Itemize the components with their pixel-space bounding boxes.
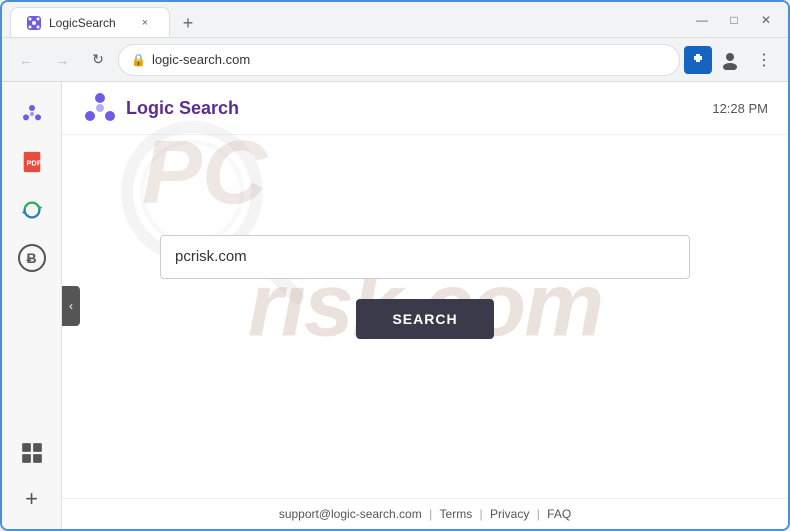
sidebar-item-logicsearch[interactable] xyxy=(12,94,52,134)
footer-sep-3: | xyxy=(537,507,540,521)
active-tab[interactable]: LogicSearch × xyxy=(10,7,170,37)
reload-button[interactable]: ↻ xyxy=(82,44,114,76)
logo-icon xyxy=(82,90,118,126)
minimize-button[interactable]: — xyxy=(688,6,716,34)
logo-text: Logic Search xyxy=(126,98,239,119)
forward-button[interactable]: → xyxy=(46,44,78,76)
footer-terms-link[interactable]: Terms xyxy=(440,507,473,521)
page-content: risk.com PC Logic Search 12:28 PM xyxy=(62,82,788,529)
navigation-bar: ← → ↻ 🔒 logic-search.com ⋮ xyxy=(2,38,788,82)
tab-close-button[interactable]: × xyxy=(137,15,153,31)
search-button[interactable]: SEARCH xyxy=(356,299,493,339)
new-tab-button[interactable]: + xyxy=(174,9,202,37)
page-footer: support@logic-search.com | Terms | Priva… xyxy=(62,498,788,529)
add-sidebar-item-button[interactable]: + xyxy=(14,481,50,517)
nav-actions: ⋮ xyxy=(684,44,780,76)
back-button[interactable]: ← xyxy=(10,44,42,76)
main-layout: PDF Ƀ xyxy=(2,82,788,529)
browser-window: LogicSearch × + — □ ✕ ← → ↻ 🔒 logic-sear… xyxy=(0,0,790,531)
url-text: logic-search.com xyxy=(152,52,667,67)
tab-area: LogicSearch × + xyxy=(10,2,684,37)
footer-support-link[interactable]: support@logic-search.com xyxy=(279,507,422,521)
tab-favicon xyxy=(27,16,41,30)
address-bar[interactable]: 🔒 logic-search.com xyxy=(118,44,680,76)
maximize-button[interactable]: □ xyxy=(720,6,748,34)
footer-sep-1: | xyxy=(429,507,432,521)
svg-text:PDF: PDF xyxy=(26,159,41,168)
menu-button[interactable]: ⋮ xyxy=(748,44,780,76)
extensions-button[interactable] xyxy=(684,46,712,74)
footer-privacy-link[interactable]: Privacy xyxy=(490,507,529,521)
lock-icon: 🔒 xyxy=(131,53,146,67)
window-controls: — □ ✕ xyxy=(688,6,780,34)
close-button[interactable]: ✕ xyxy=(752,6,780,34)
footer-sep-2: | xyxy=(480,507,483,521)
search-input[interactable] xyxy=(160,235,690,279)
sidebar-item-pdf[interactable]: PDF xyxy=(12,142,52,182)
logo-area: Logic Search xyxy=(82,90,239,126)
search-input-wrapper xyxy=(160,235,690,279)
title-bar: LogicSearch × + — □ ✕ xyxy=(2,2,788,38)
tab-title: LogicSearch xyxy=(49,16,129,30)
sidebar-item-grid[interactable] xyxy=(12,433,52,473)
page-header: Logic Search 12:28 PM xyxy=(62,82,788,135)
sidebar: PDF Ƀ xyxy=(2,82,62,529)
sidebar-collapse-tab[interactable]: ‹ xyxy=(62,286,80,326)
account-button[interactable] xyxy=(714,44,746,76)
sidebar-item-bitcoin[interactable]: Ƀ xyxy=(12,238,52,278)
sidebar-item-sync[interactable] xyxy=(12,190,52,230)
header-time: 12:28 PM xyxy=(712,101,768,116)
search-area: SEARCH xyxy=(62,135,788,498)
footer-faq-link[interactable]: FAQ xyxy=(547,507,571,521)
